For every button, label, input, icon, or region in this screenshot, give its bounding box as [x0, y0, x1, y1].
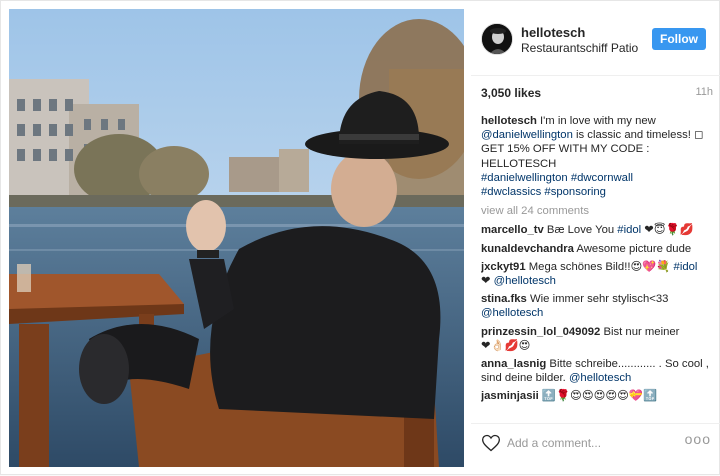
caption-mention[interactable]: @danielwellington — [481, 129, 573, 141]
more-options-icon[interactable]: ooo — [681, 431, 711, 451]
comment-username[interactable]: marcello_tv — [481, 224, 544, 236]
likes-row: 3,050 likes 11h — [481, 86, 713, 102]
comment-text: Bæ Love You — [543, 224, 618, 237]
heart-icon[interactable] — [481, 433, 501, 453]
comments-list: hellotesch I'm in love with my new @dani… — [481, 114, 713, 414]
comment-username[interactable]: anna_lasnig — [481, 358, 546, 370]
hashtag[interactable]: #dwclassics — [481, 186, 541, 198]
mention[interactable]: @hellotesch — [569, 372, 631, 384]
avatar[interactable] — [481, 23, 513, 55]
follow-button[interactable]: Follow — [652, 28, 706, 50]
comment-username[interactable]: stina.fks — [481, 293, 527, 305]
post-header: hellotesch Restaurantschiff Patio Follow — [471, 1, 720, 76]
comment: kunaldevchandra Awesome picture dude — [481, 242, 713, 256]
comment-username[interactable]: kunaldevchandra — [481, 243, 574, 255]
comment: jxckyt91 Mega schönes Bild!!😍💖💐 #idol ❤ … — [481, 260, 713, 288]
hashtag[interactable]: #danielwellington — [481, 172, 568, 184]
hashtag[interactable]: #dwcornwall — [571, 172, 633, 184]
post-photo[interactable] — [9, 9, 464, 467]
hashtag[interactable]: #idol — [617, 224, 641, 236]
post-time[interactable]: 11h — [695, 86, 713, 98]
comment: marcello_tv Bæ Love You #idol ❤😇🌹💋 — [481, 223, 713, 237]
comment-emoji: ❤ — [481, 275, 494, 288]
add-comment-bar: ooo — [471, 423, 720, 463]
comment-username[interactable]: jasminjasii — [481, 390, 539, 402]
comment-text: 🔝🌹😍😍😍😍😍💝🔝 — [538, 390, 658, 403]
comment: stina.fks Wie immer sehr stylisch<33 @he… — [481, 292, 713, 320]
caption: hellotesch I'm in love with my new @dani… — [481, 114, 713, 199]
comment-text: Mega schönes Bild!!😍💖💐 — [525, 260, 674, 273]
comment: jasminjasii 🔝🌹😍😍😍😍😍💝🔝 — [481, 389, 713, 403]
comment-emoji: ❤😇🌹💋 — [641, 224, 694, 237]
post-side-panel: hellotesch Restaurantschiff Patio Follow… — [471, 1, 720, 476]
likes-count[interactable]: 3,050 likes — [481, 86, 541, 100]
hashtag[interactable]: #sponsoring — [544, 186, 606, 198]
mention[interactable]: @hellotesch — [481, 307, 543, 319]
add-comment-input[interactable] — [507, 434, 667, 452]
post-card: hellotesch Restaurantschiff Patio Follow… — [0, 0, 720, 475]
caption-text-2: is classic and timeless! ◻ — [572, 129, 704, 142]
comment-text: Bist nur meiner — [600, 325, 680, 338]
location[interactable]: Restaurantschiff Patio — [521, 41, 638, 55]
comment-text: Awesome picture dude — [573, 242, 692, 255]
comment: prinzessin_lol_049092 Bist nur meiner ❤👌… — [481, 325, 713, 353]
view-all-comments[interactable]: view all 24 comments — [481, 204, 713, 218]
caption-username[interactable]: hellotesch — [481, 115, 537, 127]
comment-username[interactable]: jxckyt91 — [481, 261, 526, 273]
comment-text: Wie immer sehr stylisch<33 — [526, 293, 669, 306]
comment-username[interactable]: prinzessin_lol_049092 — [481, 326, 600, 338]
avatar-image — [482, 24, 512, 54]
comment: anna_lasnig Bitte schreibe............ .… — [481, 357, 713, 385]
username[interactable]: hellotesch — [521, 25, 585, 40]
hashtag[interactable]: #idol — [674, 261, 698, 273]
caption-text-1: I'm in love with my new — [536, 115, 656, 127]
mention[interactable]: @hellotesch — [494, 275, 556, 287]
comment-emoji: ❤👌🏻💋😍 — [481, 339, 531, 352]
caption-promo: GET 15% OFF WITH MY CODE : HELLOTESCH — [481, 143, 650, 170]
